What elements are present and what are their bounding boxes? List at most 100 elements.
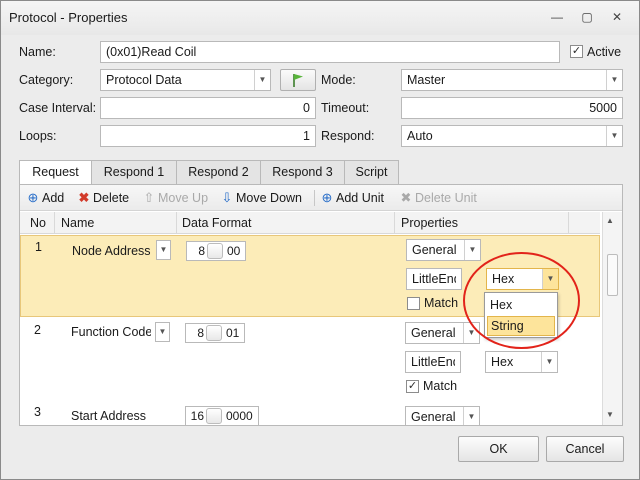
spin-button[interactable] [206,325,222,341]
tab-respond-2[interactable]: Respond 2 [176,160,261,184]
maximize-icon[interactable]: ▢ [577,8,597,26]
col-no[interactable]: No [30,216,46,230]
row-number: 1 [35,240,42,254]
size-stepper[interactable]: 16 0000 [185,406,259,425]
chevron-down-icon[interactable]: ▼ [606,70,622,90]
col-divider [568,212,569,234]
delete-unit-label: Delete Unit [415,191,477,205]
data-value: 00 [227,244,241,258]
move-down-label: Move Down [236,191,302,205]
name-field[interactable]: (0x01)Read Coil [100,41,560,63]
arrow-down-icon: ⇩ [221,190,233,205]
scroll-thumb[interactable] [607,254,618,296]
general-value: General [412,243,457,257]
mode-label: Mode: [321,73,356,87]
row-number: 3 [34,405,41,419]
respond-select[interactable]: Auto ▼ [401,125,623,147]
timeout-field[interactable]: 5000 [401,97,623,119]
flag-icon [293,74,303,87]
respond-label: Respond: [321,129,375,143]
endian-select[interactable]: LittleEndian [406,268,462,290]
endian-value: LittleEndian [412,272,456,286]
move-up-label: Move Up [158,191,209,205]
col-data-format[interactable]: Data Format [182,216,251,230]
format-value: Hex [491,355,514,369]
row-number: 2 [34,323,41,337]
col-properties[interactable]: Properties [401,216,458,230]
chevron-down-icon[interactable]: ▼ [254,70,270,90]
endian-select[interactable]: LittleEndian [405,351,461,373]
move-up-button[interactable]: ⇧ Move Up [142,190,208,206]
annotation-circle [463,252,580,349]
size-stepper[interactable]: 8 01 [185,323,245,343]
row-name: Node Address [72,244,151,258]
chevron-down-icon[interactable]: ▼ [464,240,480,260]
tab-script[interactable]: Script [344,160,399,184]
delete-button[interactable]: ✖ Delete [77,190,130,206]
active-label: Active [587,45,622,59]
data-value: 01 [226,326,240,340]
row-name: Start Address [71,409,147,423]
col-divider [394,212,395,234]
grid-scrollbar[interactable]: ▲ ▼ [602,212,622,425]
add-unit-button[interactable]: ⊕ Add Unit [320,190,384,206]
col-name[interactable]: Name [61,216,94,230]
add-unit-label: Add Unit [336,191,384,205]
format-select[interactable]: Hex ▼ [485,351,558,373]
add-label: Add [42,191,65,205]
size-value: 8 [197,326,204,340]
scroll-down-icon[interactable]: ▼ [606,410,614,419]
grid-header: No Name Data Format Properties [20,212,600,234]
loops-field[interactable]: 1 [100,125,316,147]
general-select[interactable]: General ▼ [405,322,480,344]
col-divider [54,212,55,234]
move-down-button[interactable]: ⇩ Move Down [220,190,302,206]
tab-respond-3[interactable]: Respond 3 [260,160,345,184]
match-label: Match [424,296,459,310]
match-checkbox[interactable] [407,297,420,310]
tab-respond-1[interactable]: Respond 1 [91,160,177,184]
category-label: Category: [19,73,74,87]
spin-button[interactable] [206,408,222,424]
chevron-down-icon[interactable]: ▼ [606,126,622,146]
size-value: 8 [198,244,205,258]
size-stepper[interactable]: 8 00 [186,241,246,261]
timeout-label: Timeout: [321,101,370,115]
delete-icon: ✖ [78,190,90,205]
delete-label: Delete [93,191,130,205]
flag-button[interactable] [280,69,316,91]
general-select[interactable]: General ▼ [406,239,481,261]
delete-unit-button[interactable]: ✖ Delete Unit [399,190,477,206]
category-value: Protocol Data [106,73,182,87]
add-button[interactable]: ⊕ Add [26,190,65,206]
general-value: General [411,326,456,340]
close-icon[interactable]: ✕ [607,8,627,26]
add-icon: ⊕ [27,190,39,205]
general-select[interactable]: General ▼ [405,406,480,425]
chevron-down-icon[interactable]: ▼ [156,240,171,260]
add-icon: ⊕ [321,190,333,205]
category-select[interactable]: Protocol Data ▼ [100,69,271,91]
endian-value: LittleEndian [411,355,455,369]
case-interval-field[interactable]: 0 [100,97,316,119]
tab-request[interactable]: Request [19,160,92,185]
chevron-down-icon[interactable]: ▼ [541,352,557,372]
size-value: 16 [190,409,204,423]
chevron-down-icon[interactable]: ▼ [155,322,170,342]
chevron-down-icon[interactable]: ▼ [463,407,479,425]
minimize-icon[interactable]: — [547,8,567,26]
grid-toolbar: ⊕ Add ✖ Delete ⇧ Move Up ⇩ Move Down ⊕ Add Un… [20,185,622,211]
cancel-button[interactable]: Cancel [546,436,624,462]
delete-icon: ✖ [400,190,412,205]
table-row[interactable]: 3 Start Address 16 0000 General ▼ [20,403,600,425]
ok-button[interactable]: OK [458,436,539,462]
general-value: General [411,410,456,424]
data-value: 0000 [226,409,253,423]
respond-value: Auto [407,129,433,143]
match-checkbox[interactable]: ✓ [406,380,419,393]
mode-select[interactable]: Master ▼ [401,69,623,91]
active-checkbox[interactable]: ✓ [570,45,583,58]
scroll-up-icon[interactable]: ▲ [606,216,614,225]
spin-button[interactable] [207,243,223,259]
arrow-up-icon: ⇧ [143,190,155,205]
